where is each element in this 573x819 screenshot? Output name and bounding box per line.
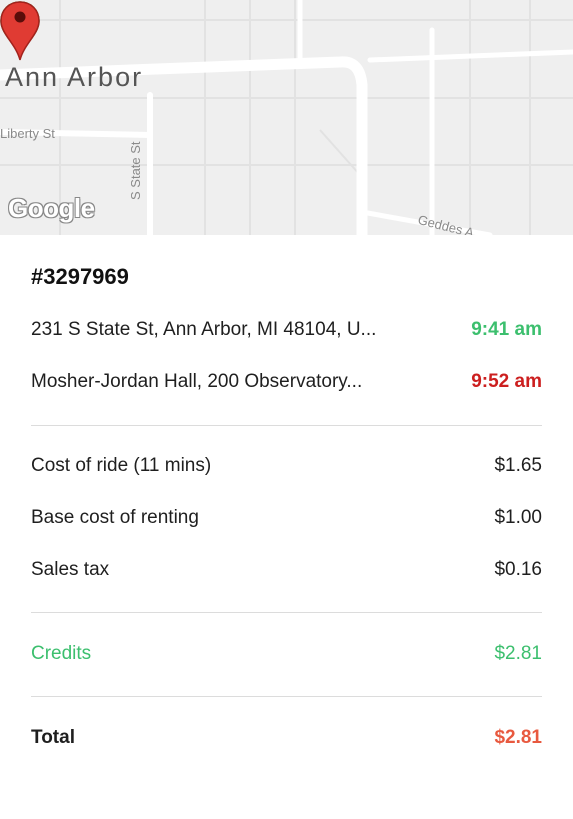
cost-row: Cost of ride (11 mins) $1.65 bbox=[31, 453, 542, 479]
total-label: Total bbox=[31, 727, 75, 748]
credits-value: $2.81 bbox=[494, 643, 542, 664]
cost-row: Base cost of renting $1.00 bbox=[31, 505, 542, 531]
map-pin-red-icon[interactable] bbox=[0, 0, 40, 62]
credits-label: Credits bbox=[31, 643, 92, 664]
cost-value: $1.65 bbox=[494, 455, 542, 476]
cost-label: Cost of ride (11 mins) bbox=[31, 455, 212, 476]
end-address: Mosher-Jordan Hall, 200 Observatory... bbox=[31, 371, 363, 392]
cost-row: Sales tax $0.16 bbox=[31, 557, 542, 583]
start-time: 9:41 am bbox=[471, 319, 542, 340]
map-city-label: Ann Arbor bbox=[5, 62, 144, 92]
end-location-row: Mosher-Jordan Hall, 200 Observatory... 9… bbox=[31, 369, 542, 395]
cost-label: Base cost of renting bbox=[31, 507, 199, 528]
end-time: 9:52 am bbox=[471, 371, 542, 392]
cost-label: Sales tax bbox=[31, 559, 110, 580]
start-address: 231 S State St, Ann Arbor, MI 48104, U..… bbox=[31, 319, 377, 340]
trip-map[interactable]: Ann Arbor Liberty St S State St Geddes A… bbox=[0, 0, 573, 235]
map-street-label-liberty: Liberty St bbox=[0, 126, 55, 141]
divider bbox=[31, 425, 542, 426]
trip-id: #3297969 bbox=[31, 264, 129, 289]
start-location-row: 231 S State St, Ann Arbor, MI 48104, U..… bbox=[31, 317, 542, 343]
divider bbox=[31, 612, 542, 613]
cost-value: $1.00 bbox=[494, 507, 542, 528]
credits-row: Credits $2.81 bbox=[31, 641, 542, 667]
total-value: $2.81 bbox=[494, 727, 542, 748]
map-street-label-state: S State St bbox=[128, 141, 143, 200]
google-logo: Google bbox=[8, 193, 95, 223]
divider bbox=[31, 696, 542, 697]
cost-value: $0.16 bbox=[494, 559, 542, 580]
total-row: Total $2.81 bbox=[31, 725, 542, 751]
